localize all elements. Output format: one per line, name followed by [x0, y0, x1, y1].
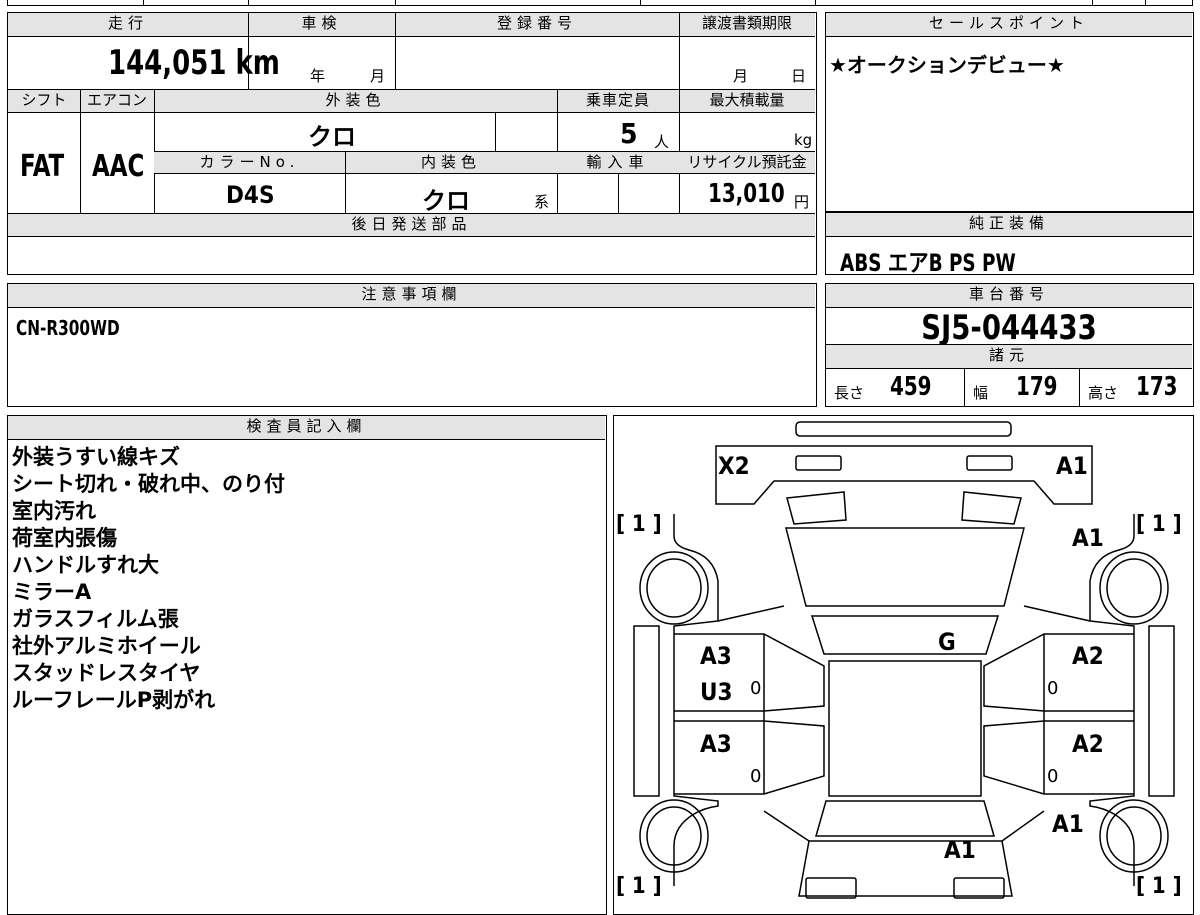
interior-suffix: 系	[534, 193, 550, 211]
shift-header: シフト	[8, 90, 80, 113]
inspection-month: 月	[370, 67, 386, 85]
front-door-left-grade-2: U3	[700, 678, 733, 706]
tire-front-left: [ 1 ]	[616, 512, 662, 537]
equipment-text: ABS エアB PS PW	[840, 249, 1016, 277]
top-strip	[0, 0, 1200, 8]
transfer-month: 月	[733, 67, 749, 85]
capacity-value: 5	[620, 117, 638, 150]
inspector-item: 外装うすい線キズ	[12, 445, 180, 469]
inspector-item: スタッドレスタイヤ	[12, 661, 201, 685]
notes-header: 注意事項欄	[8, 284, 815, 308]
mileage-value: 144,051 km	[108, 43, 280, 83]
capacity-header: 乗車定員	[557, 90, 679, 113]
equipment-header: 純正装備	[826, 213, 1192, 237]
rear-door-right-zero: 0	[1047, 766, 1059, 787]
color-no-header: カラーNo.	[154, 152, 345, 174]
color-no-value: D4S	[226, 181, 275, 209]
exterior-value: クロ	[308, 123, 356, 151]
inspector-item: シート切れ・破れ中、のり付	[12, 472, 285, 496]
rear-door-left-grade: A3	[700, 730, 732, 758]
interior-value: クロ	[422, 187, 470, 215]
height-value: 173	[1136, 372, 1178, 402]
front-door-right-grade: A2	[1072, 642, 1104, 670]
notes-box: 注意事項欄 CN-R300WD	[7, 283, 817, 407]
roof-grade: G	[938, 628, 956, 656]
rear-grade: A1	[944, 836, 976, 864]
tire-front-right: [ 1 ]	[1136, 512, 1182, 537]
ac-header: エアコン	[80, 90, 154, 113]
width-label: 幅	[973, 384, 989, 402]
spec-table: 走行 車検 登録番号 譲渡書類期限 144,051 km 年 月 月 日 シフト…	[7, 12, 817, 275]
exterior-header: 外装色	[154, 90, 557, 113]
front-left-grade: X2	[718, 452, 750, 480]
inspector-item: 社外アルミホイール	[12, 634, 201, 658]
inspector-item: ハンドルすれ大	[12, 553, 159, 577]
recycle-header: リサイクル預託金	[679, 152, 815, 174]
inspector-header: 検査員記入欄	[8, 416, 605, 440]
registration-header: 登録番号	[395, 13, 679, 37]
sales-point-box: セールスポイント ★オークションデビュー★	[825, 12, 1194, 212]
mileage-header: 走行	[8, 13, 248, 37]
front-door-right-zero: 0	[1047, 678, 1059, 699]
sales-point-text: ★オークションデビュー★	[829, 53, 1065, 77]
height-label: 高さ	[1088, 384, 1119, 402]
sales-point-header: セールスポイント	[826, 13, 1192, 37]
tire-rear-right: [ 1 ]	[1136, 874, 1182, 899]
inspector-box: 検査員記入欄 外装うすい線キズ シート切れ・破れ中、のり付 室内汚れ 荷室内張傷…	[7, 415, 607, 915]
recycle-value: 13,010	[708, 179, 785, 209]
transfer-header: 譲渡書類期限	[679, 13, 815, 37]
inspector-item: ミラーA	[12, 580, 92, 604]
notes-text: CN-R300WD	[16, 316, 120, 340]
front-door-left-zero: 0	[750, 678, 762, 699]
inspector-item: ガラスフィルム張	[12, 607, 179, 631]
shift-value: FAT	[20, 149, 65, 184]
recycle-unit: 円	[794, 193, 810, 211]
width-value: 179	[1016, 372, 1058, 402]
max-load-unit: kg	[794, 131, 813, 149]
ac-value: AAC	[92, 149, 145, 184]
equipment-box: 純正装備 ABS エアB PS PW	[825, 212, 1194, 277]
tire-rear-left: [ 1 ]	[616, 874, 662, 899]
inspector-item: ルーフレールP剥がれ	[12, 688, 216, 712]
inspector-item: 室内汚れ	[12, 499, 96, 523]
chassis-number: SJ5-044433	[921, 308, 1097, 348]
rear-door-left-zero: 0	[750, 766, 762, 787]
transfer-day: 日	[791, 67, 807, 85]
dims-header: 諸元	[826, 345, 1192, 369]
length-label: 長さ	[834, 384, 865, 402]
max-load-header: 最大積載量	[679, 90, 815, 113]
inspector-item: 荷室内張傷	[12, 526, 117, 550]
interior-header: 内装色	[345, 152, 557, 174]
chassis-header: 車台番号	[826, 284, 1192, 308]
front-door-left-grade: A3	[700, 642, 732, 670]
inspector-list: 外装うすい線キズ シート切れ・破れ中、のり付 室内汚れ 荷室内張傷 ハンドルすれ…	[12, 444, 285, 714]
inspection-header: 車検	[248, 13, 395, 37]
rear-quarter-right-grade: A1	[1052, 810, 1084, 838]
rear-door-right-grade: A2	[1072, 730, 1104, 758]
length-value: 459	[890, 372, 932, 402]
front-right-grade: A1	[1056, 452, 1088, 480]
import-header: 輸入車	[557, 152, 679, 174]
chassis-box: 車台番号 SJ5-044433 諸元 長さ 459 幅 179 高さ 173	[825, 283, 1194, 407]
fender-right-grade: A1	[1072, 524, 1104, 552]
later-parts-header: 後日発送部品	[8, 214, 815, 237]
inspection-year: 年	[310, 67, 326, 85]
car-diagram-box: X2 A1 [ 1 ] [ 1 ] A1 G A3 U3 0 A2 0 A3 0…	[613, 415, 1194, 915]
capacity-unit: 人	[654, 133, 670, 151]
